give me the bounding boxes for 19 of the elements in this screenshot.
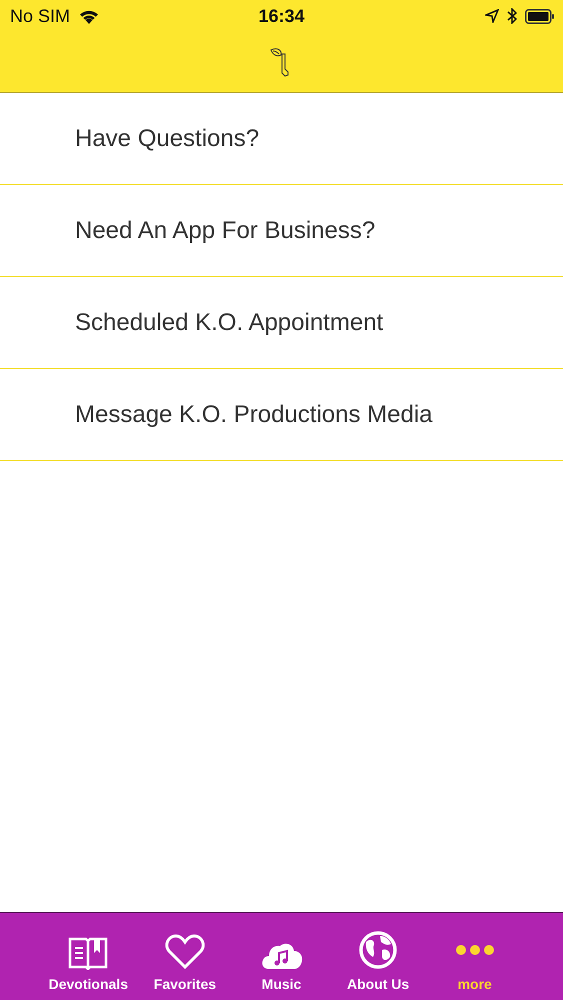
tab-item[interactable]: more xyxy=(426,913,523,1000)
book-icon xyxy=(68,936,108,970)
tab-item[interactable]: Devotionals xyxy=(40,913,137,1000)
wifi-icon xyxy=(78,8,100,24)
tab-item[interactable]: Favorites xyxy=(136,913,234,1000)
status-time: 16:34 xyxy=(258,6,305,26)
battery-icon xyxy=(525,8,555,24)
menu-item[interactable]: Message K.O. Productions Media xyxy=(0,369,563,461)
more-dots-icon xyxy=(454,944,495,956)
tab-item[interactable]: About Us xyxy=(330,913,426,1000)
heart-icon xyxy=(164,934,205,970)
globe-icon xyxy=(358,930,398,970)
menu-item[interactable]: Need An App For Business? xyxy=(0,185,563,277)
location-arrow-icon xyxy=(485,9,499,23)
carrier-text: No SIM xyxy=(10,6,70,26)
tab-item[interactable]: Music xyxy=(233,913,330,1000)
menu-item[interactable]: Scheduled K.O. Appointment xyxy=(0,277,563,369)
bluetooth-icon xyxy=(507,8,517,24)
menu-item[interactable]: Have Questions? xyxy=(0,93,563,185)
